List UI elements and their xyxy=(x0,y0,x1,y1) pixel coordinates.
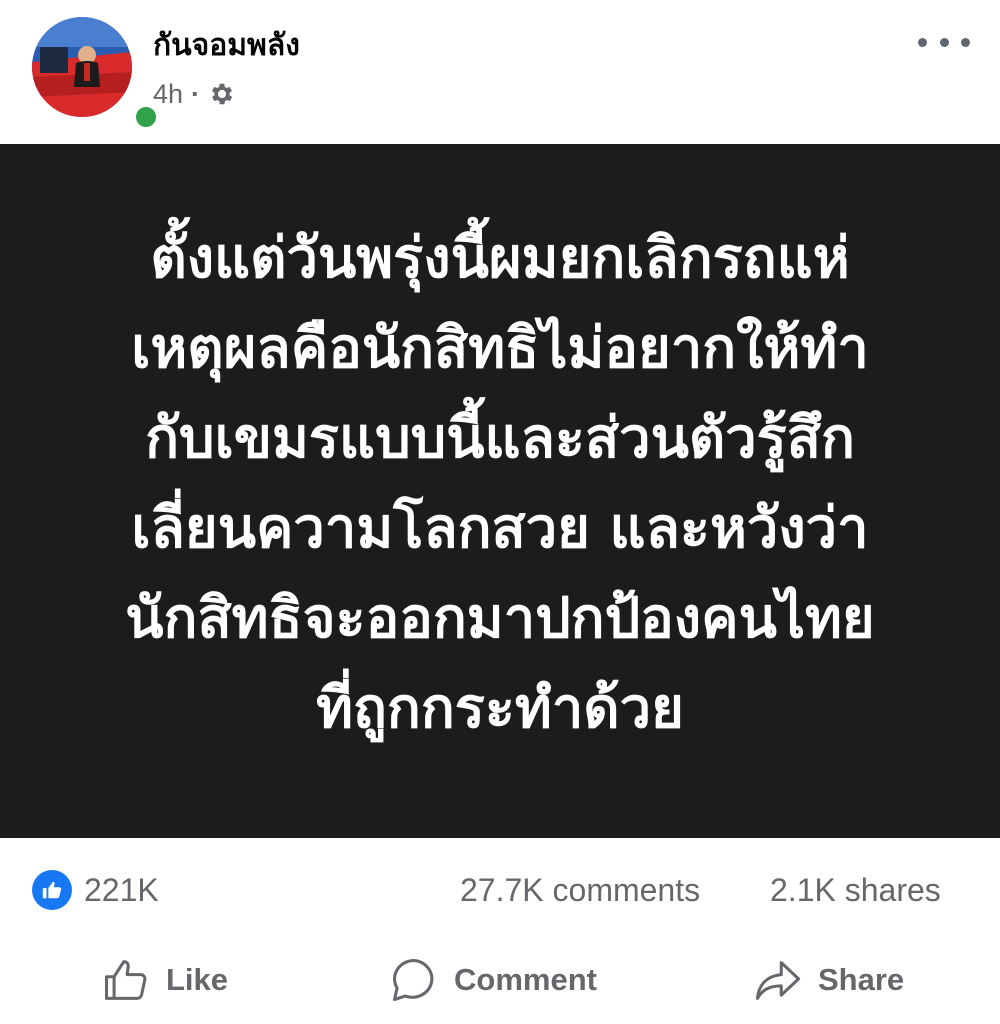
like-label: Like xyxy=(166,962,229,997)
post-text: ตั้งแต่วันพรุ่งนี้ผมยกเลิกรถแห่ เหตุผลคื… xyxy=(125,226,875,741)
reaction-count[interactable]: 221K xyxy=(84,871,159,909)
author-name[interactable]: กันจอมพลัง xyxy=(153,24,300,68)
avatar[interactable] xyxy=(32,17,160,131)
shares-count[interactable]: 2.1K shares xyxy=(770,871,941,909)
more-dot xyxy=(961,37,970,47)
more-horizontal-icon[interactable] xyxy=(918,24,970,60)
share-label: Share xyxy=(818,962,905,997)
share-button[interactable]: Share xyxy=(752,950,904,1010)
comments-count[interactable]: 27.7K comments xyxy=(460,871,700,909)
avatar-image xyxy=(32,17,132,117)
post-actions: Like Comment Share xyxy=(0,940,1000,1020)
more-dot xyxy=(918,37,927,47)
post-header: กันจอมพลัง 4h · xyxy=(0,0,1000,144)
like-reaction-icon[interactable] xyxy=(32,870,72,910)
comment-button[interactable]: Comment xyxy=(388,950,597,1010)
comment-label: Comment xyxy=(454,962,597,997)
post-content[interactable]: ตั้งแต่วันพรุ่งนี้ผมยกเลิกรถแห่ เหตุผลคื… xyxy=(0,144,1000,838)
more-dot xyxy=(939,37,949,47)
like-button[interactable]: Like xyxy=(100,950,228,1010)
post-stats: 221K 27.7K comments 2.1K shares xyxy=(0,860,1000,920)
share-arrow-icon xyxy=(755,961,801,1000)
comment-bubble-icon xyxy=(392,958,434,1002)
post-meta: 4h · xyxy=(153,76,236,112)
thumbs-up-icon xyxy=(104,960,147,1000)
gear-icon[interactable] xyxy=(208,80,236,108)
post-time[interactable]: 4h xyxy=(153,79,183,110)
meta-separator: · xyxy=(191,78,201,109)
